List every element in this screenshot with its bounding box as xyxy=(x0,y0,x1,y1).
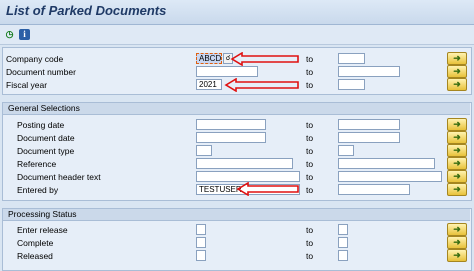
document-number-field[interactable] xyxy=(196,66,258,77)
document-date-to-field[interactable] xyxy=(338,132,400,143)
reference-to-field[interactable] xyxy=(338,158,435,169)
page-title: List of Parked Documents xyxy=(6,3,167,18)
complete-to-label: to xyxy=(306,238,314,248)
document-header-text-multiple-selection-button[interactable]: ➜ xyxy=(447,170,467,183)
released-label: Released xyxy=(17,251,53,261)
company-code-to-label: to xyxy=(306,54,314,64)
enter-release-label: Enter release xyxy=(17,225,68,235)
document-type-to-label: to xyxy=(306,146,314,156)
document-header-text-to-field[interactable] xyxy=(338,171,442,182)
entered-by-to-field[interactable] xyxy=(338,184,410,195)
document-type-field[interactable] xyxy=(196,145,212,156)
entered-by-to-label: to xyxy=(306,185,314,195)
complete-multiple-selection-button[interactable]: ➜ xyxy=(447,236,467,249)
document-header-text-label: Document header text xyxy=(17,172,101,182)
reference-label: Reference xyxy=(17,159,57,169)
complete-field[interactable] xyxy=(196,237,206,248)
document-number-label: Document number xyxy=(6,67,76,77)
fiscal-year-multiple-selection-button[interactable]: ➜ xyxy=(447,78,467,91)
complete-label: Complete xyxy=(17,238,54,248)
complete-to-field[interactable] xyxy=(338,237,348,248)
enter-release-field[interactable] xyxy=(196,224,206,235)
reference-to-label: to xyxy=(306,159,314,169)
document-date-multiple-selection-button[interactable]: ➜ xyxy=(447,131,467,144)
entered-by-multiple-selection-button[interactable]: ➜ xyxy=(447,183,467,196)
fiscal-year-to-label: to xyxy=(306,80,314,90)
document-date-label: Document date xyxy=(17,133,75,143)
document-date-to-label: to xyxy=(306,133,314,143)
posting-date-multiple-selection-button[interactable]: ➜ xyxy=(447,118,467,131)
document-number-multiple-selection-button[interactable]: ➜ xyxy=(447,65,467,78)
released-field[interactable] xyxy=(196,250,206,261)
company-code-field[interactable]: ABCD xyxy=(196,53,222,64)
released-to-field[interactable] xyxy=(338,250,348,261)
document-number-to-label: to xyxy=(306,67,314,77)
reference-multiple-selection-button[interactable]: ➜ xyxy=(447,157,467,170)
released-to-label: to xyxy=(306,251,314,261)
fiscal-year-field[interactable]: 2021 xyxy=(196,79,222,90)
execute-icon[interactable]: ◷ xyxy=(4,29,15,40)
released-multiple-selection-button[interactable]: ➜ xyxy=(447,249,467,262)
title-bar: List of Parked Documents xyxy=(0,0,474,25)
document-header-text-field[interactable] xyxy=(196,171,300,182)
document-header-text-to-label: to xyxy=(306,172,314,182)
annotation-arrow-entered-by xyxy=(236,182,299,196)
toolbar: ◷ i xyxy=(0,25,474,45)
company-code-multiple-selection-button[interactable]: ➜ xyxy=(447,52,467,65)
processing-status-heading: Processing Status xyxy=(3,209,470,221)
document-type-multiple-selection-button[interactable]: ➜ xyxy=(447,144,467,157)
document-date-field[interactable] xyxy=(196,132,266,143)
fiscal-year-to-field[interactable] xyxy=(338,79,365,90)
company-code-to-field[interactable] xyxy=(338,53,365,64)
document-type-label: Document type xyxy=(17,146,75,156)
company-code-label: Company code xyxy=(6,54,64,64)
document-type-to-field[interactable] xyxy=(338,145,354,156)
reference-field[interactable] xyxy=(196,158,293,169)
enter-release-to-field[interactable] xyxy=(338,224,348,235)
posting-date-to-label: to xyxy=(306,120,314,130)
annotation-arrow-fiscal-year xyxy=(224,78,299,92)
info-icon[interactable]: i xyxy=(19,29,30,40)
document-number-to-field[interactable] xyxy=(338,66,400,77)
posting-date-to-field[interactable] xyxy=(338,119,400,130)
annotation-arrow-company-code xyxy=(230,52,299,66)
posting-date-label: Posting date xyxy=(17,120,65,130)
enter-release-multiple-selection-button[interactable]: ➜ xyxy=(447,223,467,236)
general-selections-heading: General Selections xyxy=(3,103,470,115)
entered-by-label: Entered by xyxy=(17,185,59,195)
posting-date-field[interactable] xyxy=(196,119,266,130)
fiscal-year-label: Fiscal year xyxy=(6,80,48,90)
enter-release-to-label: to xyxy=(306,225,314,235)
